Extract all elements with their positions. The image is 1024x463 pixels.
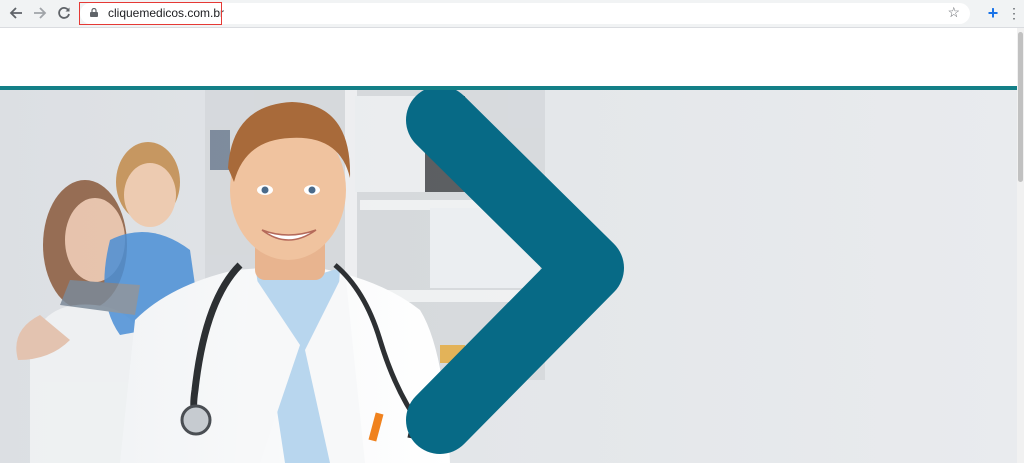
browser-toolbar: cliquemedicos.com.br ☆ + ⋮ bbox=[0, 0, 1024, 28]
url-highlight-box bbox=[79, 2, 222, 25]
hero-illustration bbox=[0, 90, 1017, 463]
forward-arrow-icon[interactable] bbox=[30, 4, 50, 22]
reload-icon[interactable] bbox=[54, 4, 74, 22]
site-header bbox=[0, 28, 1017, 86]
more-vert-icon[interactable]: ⋮ bbox=[1007, 4, 1021, 22]
plus-icon[interactable]: + bbox=[984, 3, 1002, 23]
scrollbar-thumb[interactable] bbox=[1018, 32, 1023, 182]
hero-banner bbox=[0, 90, 1017, 463]
back-arrow-icon[interactable] bbox=[6, 4, 26, 22]
star-icon[interactable]: ☆ bbox=[947, 4, 960, 21]
